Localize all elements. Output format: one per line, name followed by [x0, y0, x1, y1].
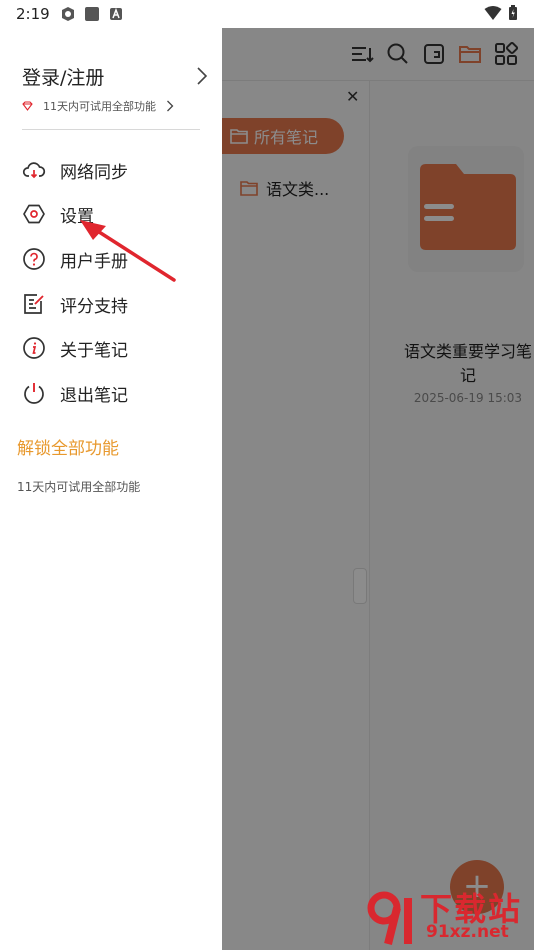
- annotation-arrow-icon: [80, 220, 176, 282]
- menu-item-label: 退出笔记: [60, 385, 128, 406]
- menu-item-exit-notes[interactable]: 退出笔记: [22, 375, 212, 411]
- watermark: 下载站 91xz.net: [364, 884, 534, 950]
- trial-text: 11天内可试用全部功能: [43, 100, 156, 113]
- unlock-trial-text: 11天内可试用全部功能: [17, 480, 141, 494]
- menu-item-network-sync[interactable]: 网络同步: [22, 152, 212, 188]
- app-square-icon: [85, 7, 99, 21]
- status-time: 2:19: [16, 5, 50, 23]
- status-bar: 2:19: [0, 0, 534, 28]
- login-register-row[interactable]: 登录/注册: [22, 61, 208, 91]
- chevron-right-icon: [197, 67, 208, 85]
- watermark-logo-icon: [367, 891, 412, 945]
- settings-hexagon-icon: [23, 204, 45, 224]
- trial-row[interactable]: 11天内可试用全部功能: [22, 98, 174, 114]
- menu-item-rate-support[interactable]: 评分支持: [22, 286, 212, 322]
- menu-item-label: 关于笔记: [60, 340, 128, 361]
- divider: [22, 129, 200, 130]
- unlock-all-features-link[interactable]: 解锁全部功能: [17, 434, 119, 459]
- watermark-url: 91xz.net: [426, 922, 509, 942]
- battery-icon: [509, 5, 517, 20]
- diamond-icon: [22, 101, 33, 111]
- vpn-shield-icon: [62, 7, 74, 21]
- cloud-sync-icon: [22, 162, 46, 179]
- menu-item-about-notes[interactable]: 关于笔记: [22, 330, 212, 366]
- menu-item-label: 评分支持: [60, 296, 128, 317]
- power-icon: [24, 383, 44, 404]
- rate-edit-icon: [24, 294, 44, 314]
- wifi-icon: [484, 6, 502, 20]
- help-circle-icon: [23, 248, 45, 270]
- drawer-scrim[interactable]: [222, 28, 534, 950]
- login-register-label: 登录/注册: [22, 66, 105, 89]
- a-badge-icon: [110, 7, 122, 20]
- info-circle-icon: [23, 337, 45, 359]
- navigation-drawer: 登录/注册 11天内可试用全部功能 网络同步 设置 用户手册 评分支持 关于笔记…: [0, 28, 222, 950]
- chevron-right-icon: [167, 100, 174, 112]
- menu-item-label: 网络同步: [60, 162, 128, 183]
